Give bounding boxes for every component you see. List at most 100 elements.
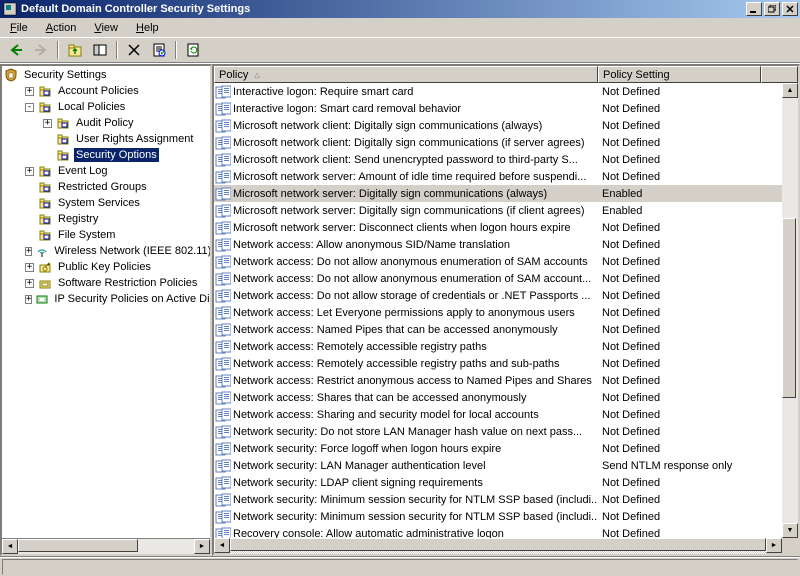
tree-item[interactable]: +Public Key Policies <box>3 259 209 275</box>
list-row[interactable]: Network access: Remotely accessible regi… <box>214 338 798 355</box>
policy-name: Network access: Allow anonymous SID/Name… <box>233 239 510 251</box>
list-row[interactable]: Network security: LDAP client signing re… <box>214 474 798 491</box>
list-row[interactable]: Microsoft network client: Send unencrypt… <box>214 151 798 168</box>
tree-item[interactable]: File System <box>3 227 209 243</box>
tree-pane: Security Settings+Account Policies-Local… <box>0 64 212 556</box>
column-setting[interactable]: Policy Setting <box>598 66 761 83</box>
menu-file[interactable]: File <box>4 20 34 36</box>
list-row[interactable]: Network access: Do not allow anonymous e… <box>214 253 798 270</box>
policy-icon <box>215 220 231 236</box>
tree-item[interactable]: +Wireless Network (IEEE 802.11) Policies <box>3 243 209 259</box>
delete-button[interactable] <box>122 39 145 61</box>
minimize-button[interactable] <box>746 2 762 16</box>
list-row[interactable]: Network access: Do not allow storage of … <box>214 287 798 304</box>
tree-item[interactable]: +Account Policies <box>3 83 209 99</box>
sort-asc-icon: △ <box>254 71 259 79</box>
policy-name: Network security: LAN Manager authentica… <box>233 460 486 472</box>
tree-item[interactable]: +Software Restriction Policies <box>3 275 209 291</box>
policy-setting: Not Defined <box>598 103 761 115</box>
list-row[interactable]: Microsoft network server: Amount of idle… <box>214 168 798 185</box>
list-row[interactable]: Interactive logon: Smart card removal be… <box>214 100 798 117</box>
policy-icon <box>215 118 231 134</box>
list-row[interactable]: Network access: Shares that can be acces… <box>214 389 798 406</box>
scroll-up-button[interactable]: ▲ <box>782 83 798 98</box>
policy-icon <box>215 492 231 508</box>
folder-icon <box>37 211 53 227</box>
back-button[interactable] <box>4 39 27 61</box>
refresh-button[interactable] <box>181 39 204 61</box>
list-row[interactable]: Microsoft network server: Disconnect cli… <box>214 219 798 236</box>
restore-button[interactable] <box>764 2 780 16</box>
menu-help[interactable]: Help <box>130 20 165 36</box>
list-row[interactable]: Network access: Sharing and security mod… <box>214 406 798 423</box>
list-row[interactable]: Network access: Allow anonymous SID/Name… <box>214 236 798 253</box>
tree-item[interactable]: System Services <box>3 195 209 211</box>
list-row[interactable]: Network access: Restrict anonymous acces… <box>214 372 798 389</box>
list-h-scrollbar[interactable]: ◄ ► <box>214 538 782 554</box>
list-v-scrollbar[interactable]: ▲ ▼ <box>782 83 798 538</box>
list-row[interactable]: Microsoft network server: Digitally sign… <box>214 185 798 202</box>
expand-toggle[interactable]: + <box>43 119 52 128</box>
list-row[interactable]: Network security: Force logoff when logo… <box>214 440 798 457</box>
show-hide-button[interactable] <box>88 39 111 61</box>
list-row[interactable]: Network security: Minimum session securi… <box>214 491 798 508</box>
policy-icon <box>215 322 231 338</box>
policy-setting: Send NTLM response only <box>598 460 761 472</box>
policy-name: Network security: Force logoff when logo… <box>233 443 501 455</box>
policy-name: Microsoft network server: Digitally sign… <box>233 188 547 200</box>
tree-item[interactable]: User Rights Assignment <box>3 131 209 147</box>
policy-setting: Not Defined <box>598 392 761 404</box>
list-row[interactable]: Network access: Remotely accessible regi… <box>214 355 798 372</box>
scroll-down-button[interactable]: ▼ <box>782 523 798 538</box>
policy-icon <box>215 271 231 287</box>
menu-action[interactable]: Action <box>40 20 83 36</box>
column-policy[interactable]: Policy△ <box>214 66 598 83</box>
list-row[interactable]: Network security: Minimum session securi… <box>214 508 798 525</box>
scroll-left-button[interactable]: ◄ <box>214 538 230 553</box>
policy-setting: Not Defined <box>598 137 761 149</box>
policy-setting: Not Defined <box>598 307 761 319</box>
scroll-right-button[interactable]: ► <box>766 538 782 553</box>
expand-toggle[interactable]: + <box>25 167 34 176</box>
up-button[interactable] <box>63 39 86 61</box>
scroll-right-button[interactable]: ► <box>194 539 210 554</box>
properties-button[interactable] <box>147 39 170 61</box>
policy-name: Microsoft network server: Disconnect cli… <box>233 222 570 234</box>
list-row[interactable]: Network access: Do not allow anonymous e… <box>214 270 798 287</box>
policy-name: Network security: LDAP client signing re… <box>233 477 483 489</box>
list-row[interactable]: Microsoft network server: Digitally sign… <box>214 202 798 219</box>
scroll-left-button[interactable]: ◄ <box>2 539 18 554</box>
tree-item[interactable]: Security Options <box>3 147 209 163</box>
column-spacer[interactable] <box>761 66 798 83</box>
tree-label: Audit Policy <box>74 116 135 130</box>
tree-item[interactable]: Registry <box>3 211 209 227</box>
list-row[interactable]: Interactive logon: Require smart cardNot… <box>214 83 798 100</box>
expand-toggle[interactable]: + <box>25 295 32 304</box>
tree-item[interactable]: + Audit Policy <box>3 115 209 131</box>
list-row[interactable]: Network access: Named Pipes that can be … <box>214 321 798 338</box>
list-row[interactable]: Microsoft network client: Digitally sign… <box>214 117 798 134</box>
policy-name: Network access: Do not allow anonymous e… <box>233 273 591 285</box>
close-button[interactable] <box>782 2 798 16</box>
list-row[interactable]: Microsoft network client: Digitally sign… <box>214 134 798 151</box>
expand-toggle[interactable]: + <box>25 247 32 256</box>
forward-button[interactable] <box>29 39 52 61</box>
menu-view[interactable]: View <box>88 20 124 36</box>
expand-toggle[interactable]: + <box>25 87 34 96</box>
expand-toggle[interactable]: + <box>25 279 34 288</box>
policy-setting: Not Defined <box>598 426 761 438</box>
tree-item[interactable]: -Local Policies <box>3 99 209 115</box>
policy-setting: Not Defined <box>598 443 761 455</box>
tree-root[interactable]: Security Settings <box>3 67 209 83</box>
policy-setting: Not Defined <box>598 358 761 370</box>
list-row[interactable]: Network security: LAN Manager authentica… <box>214 457 798 474</box>
expand-toggle[interactable]: + <box>25 263 34 272</box>
expand-toggle[interactable]: - <box>25 103 34 112</box>
tree-item[interactable]: Restricted Groups <box>3 179 209 195</box>
tree-item[interactable]: +Event Log <box>3 163 209 179</box>
tree-item[interactable]: +IP Security Policies on Active Director… <box>3 291 209 307</box>
tree-h-scrollbar[interactable]: ◄ ► <box>2 538 210 554</box>
list-row[interactable]: Network security: Do not store LAN Manag… <box>214 423 798 440</box>
list-row[interactable]: Network access: Let Everyone permissions… <box>214 304 798 321</box>
policy-setting: Not Defined <box>598 239 761 251</box>
